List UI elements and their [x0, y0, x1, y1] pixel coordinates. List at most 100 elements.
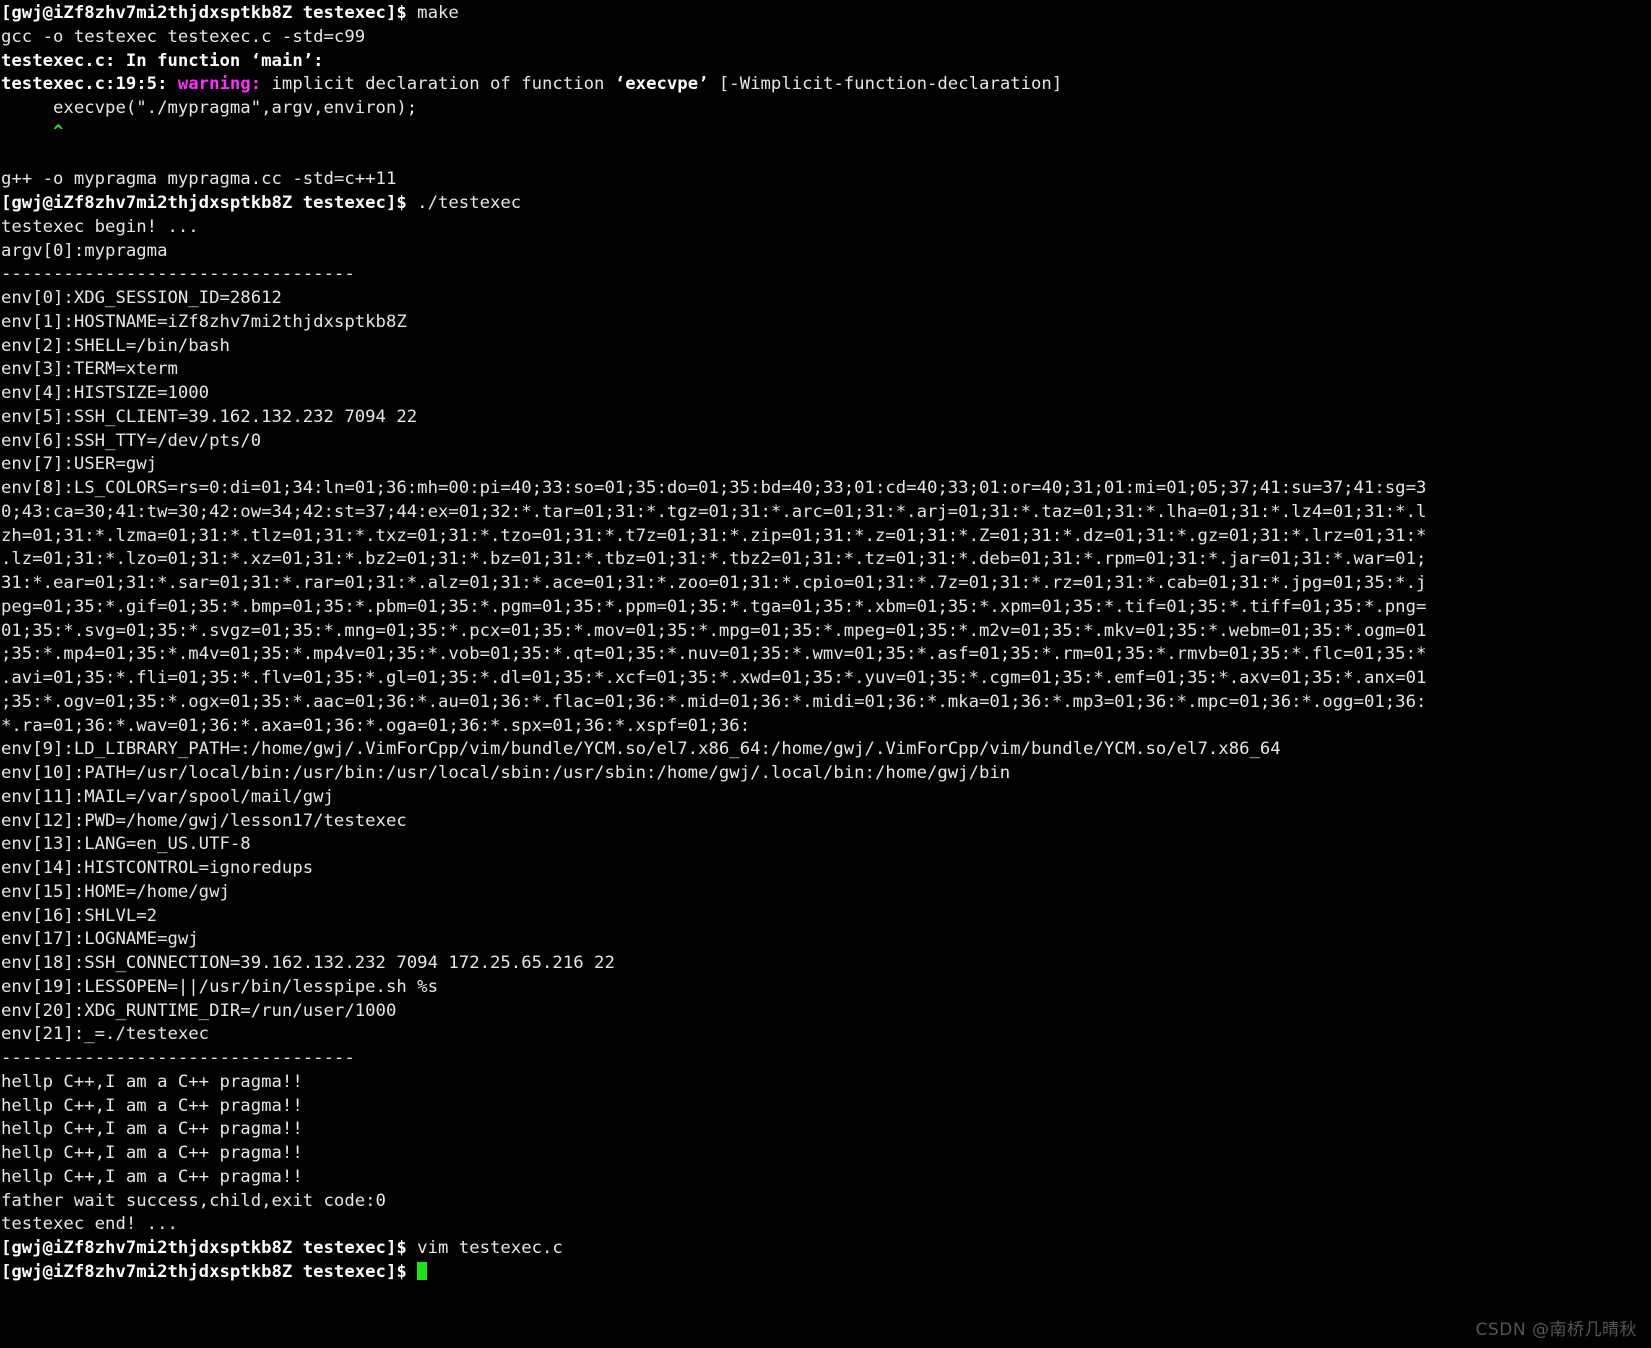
- terminal-line: *.ra=01;36:*.wav=01;36:*.axa=01;36:*.oga…: [0, 715, 1651, 739]
- output-text: env[19]:LESSOPEN=||/usr/bin/lesspipe.sh …: [1, 976, 438, 997]
- output-text: ----------------------------------: [1, 264, 355, 285]
- output-text: env[16]:SHLVL=2: [1, 905, 158, 926]
- output-text: env[3]:TERM=xterm: [1, 359, 178, 380]
- warning-keyword: warning:: [177, 74, 262, 95]
- output-text: peg=01;35:*.gif=01;35:*.bmp=01;35:*.pbm=…: [1, 596, 1427, 617]
- terminal-line: 31:*.ear=01;31:*.sar=01;31:*.rar=01;31:*…: [0, 572, 1651, 596]
- output-text: zh=01;31:*.lzma=01;31:*.tlz=01;31:*.txz=…: [1, 525, 1427, 546]
- terminal-line: father wait success,child,exit code:0: [0, 1190, 1651, 1214]
- output-text: env[7]:USER=gwj: [1, 454, 158, 475]
- terminal-line: argv[0]:mypragma: [0, 240, 1651, 264]
- output-text: testexec begin! ...: [1, 216, 199, 237]
- terminal-line: env[14]:HISTCONTROL=ignoredups: [0, 857, 1651, 881]
- terminal-line: hellp C++,I am a C++ pragma!!: [0, 1095, 1651, 1119]
- shell-command: ./testexec: [406, 193, 522, 213]
- terminal-line: gcc -o testexec testexec.c -std=c99: [0, 26, 1651, 50]
- terminal-line: env[21]:_=./testexec: [0, 1023, 1651, 1047]
- output-text: hellp C++,I am a C++ pragma!!: [1, 1119, 303, 1140]
- terminal-line: env[11]:MAIL=/var/spool/mail/gwj: [0, 786, 1651, 810]
- output-text: hellp C++,I am a C++ pragma!!: [1, 1143, 303, 1163]
- shell-prompt: [gwj@iZf8zhv7mi2thjdxsptkb8Z testexec]$: [1, 1238, 407, 1258]
- terminal-line: env[20]:XDG_RUNTIME_DIR=/run/user/1000: [0, 1000, 1651, 1024]
- terminal-line: hellp C++,I am a C++ pragma!!: [0, 1118, 1651, 1142]
- terminal-line: testexec.c:19:5: warning: implicit decla…: [0, 73, 1651, 97]
- output-text: env[4]:HISTSIZE=1000: [1, 383, 210, 403]
- csdn-watermark: CSDN @南桥几晴秋: [1475, 1320, 1637, 1340]
- output-text: testexec end! ...: [1, 1214, 178, 1235]
- terminal-output: [gwj@iZf8zhv7mi2thjdxsptkb8Z testexec]$ …: [0, 2, 1651, 1285]
- terminal-line: env[4]:HISTSIZE=1000: [0, 382, 1651, 406]
- terminal-line: execvpe("./mypragma",argv,environ);: [0, 97, 1651, 121]
- output-text: env[20]:XDG_RUNTIME_DIR=/run/user/1000: [1, 1000, 397, 1021]
- output-text: hellp C++,I am a C++ pragma!!: [1, 1071, 303, 1092]
- output-text: env[21]:_=./testexec: [1, 1024, 210, 1045]
- output-text: argv[0]:mypragma: [1, 240, 168, 261]
- terminal-line: env[7]:USER=gwj: [0, 453, 1651, 477]
- terminal-line: env[18]:SSH_CONNECTION=39.162.132.232 70…: [0, 952, 1651, 976]
- terminal-line: env[17]:LOGNAME=gwj: [0, 928, 1651, 952]
- warning-function-name: ‘execvpe’: [614, 74, 709, 95]
- output-text: env[14]:HISTCONTROL=ignoredups: [1, 858, 314, 878]
- terminal-line: zh=01;31:*.lzma=01;31:*.tlz=01;31:*.txz=…: [0, 525, 1651, 549]
- terminal-line: testexec end! ...: [0, 1213, 1651, 1237]
- terminal-line: env[1]:HOSTNAME=iZf8zhv7mi2thjdxsptkb8Z: [0, 311, 1651, 335]
- terminal-line: .lz=01;31:*.lzo=01;31:*.xz=01;31:*.bz2=0…: [0, 548, 1651, 572]
- terminal-line: [gwj@iZf8zhv7mi2thjdxsptkb8Z testexec]$ …: [0, 192, 1651, 216]
- output-text: father wait success,child,exit code:0: [1, 1190, 386, 1211]
- terminal-line: [gwj@iZf8zhv7mi2thjdxsptkb8Z testexec]$ …: [0, 2, 1651, 26]
- terminal-line: [gwj@iZf8zhv7mi2thjdxsptkb8Z testexec]$ …: [0, 1237, 1651, 1261]
- output-text: ;35:*.ogv=01;35:*.ogx=01;35:*.aac=01;36:…: [1, 691, 1427, 712]
- output-text: env[10]:PATH=/usr/local/bin:/usr/bin:/us…: [1, 763, 1011, 783]
- terminal-line: hellp C++,I am a C++ pragma!!: [0, 1142, 1651, 1166]
- text-cursor[interactable]: [417, 1261, 428, 1280]
- output-text: execvpe("./mypragma",argv,environ);: [1, 98, 418, 118]
- terminal-line: 0;43:ca=30;41:tw=30;42:ow=34;42:st=37;44…: [0, 501, 1651, 525]
- output-text: env[0]:XDG_SESSION_ID=28612: [1, 288, 282, 308]
- terminal-line: hellp C++,I am a C++ pragma!!: [0, 1071, 1651, 1095]
- terminal-line: testexec.c: In function ‘main’:: [0, 50, 1651, 74]
- terminal-line: ^: [0, 121, 1651, 145]
- output-text: env[1]:HOSTNAME=iZf8zhv7mi2thjdxsptkb8Z: [1, 311, 407, 332]
- output-text: ----------------------------------: [1, 1048, 355, 1068]
- shell-command: make: [406, 3, 459, 23]
- warning-message: implicit declaration of function: [261, 74, 615, 95]
- compiler-context: testexec.c: In function ‘main’:: [1, 50, 324, 71]
- shell-prompt: [gwj@iZf8zhv7mi2thjdxsptkb8Z testexec]$: [1, 1261, 407, 1282]
- terminal-line: env[0]:XDG_SESSION_ID=28612: [0, 287, 1651, 311]
- shell-prompt: [gwj@iZf8zhv7mi2thjdxsptkb8Z testexec]$: [1, 193, 407, 213]
- output-text: hellp C++,I am a C++ pragma!!: [1, 1166, 303, 1187]
- terminal-line: 01;35:*.svg=01;35:*.svgz=01;35:*.mng=01;…: [0, 620, 1651, 644]
- output-text: env[5]:SSH_CLIENT=39.162.132.232 7094 22: [1, 406, 418, 427]
- output-text: .lz=01;31:*.lzo=01;31:*.xz=01;31:*.bz2=0…: [1, 549, 1427, 570]
- terminal-line: hellp C++,I am a C++ pragma!!: [0, 1166, 1651, 1190]
- terminal-line: ;35:*.ogv=01;35:*.ogx=01;35:*.aac=01;36:…: [0, 691, 1651, 715]
- output-text: hellp C++,I am a C++ pragma!!: [1, 1095, 303, 1116]
- terminal-line: env[19]:LESSOPEN=||/usr/bin/lesspipe.sh …: [0, 976, 1651, 1000]
- output-text: 01;35:*.svg=01;35:*.svgz=01;35:*.mng=01;…: [1, 620, 1427, 641]
- terminal-line: testexec begin! ...: [0, 216, 1651, 240]
- output-text: 0;43:ca=30;41:tw=30;42:ow=34;42:st=37;44…: [1, 501, 1427, 522]
- terminal-line: env[12]:PWD=/home/gwj/lesson17/testexec: [0, 810, 1651, 834]
- output-text: env[8]:LS_COLORS=rs=0:di=01;34:ln=01;36:…: [1, 478, 1427, 498]
- output-text: env[9]:LD_LIBRARY_PATH=:/home/gwj/.VimFo…: [1, 739, 1281, 760]
- terminal-line: env[5]:SSH_CLIENT=39.162.132.232 7094 22: [0, 406, 1651, 430]
- terminal-line: peg=01;35:*.gif=01;35:*.bmp=01;35:*.pbm=…: [0, 596, 1651, 620]
- terminal-line: env[6]:SSH_TTY=/dev/pts/0: [0, 430, 1651, 454]
- output-text: env[18]:SSH_CONNECTION=39.162.132.232 70…: [1, 953, 615, 973]
- terminal-line: env[16]:SHLVL=2: [0, 905, 1651, 929]
- terminal-line: ----------------------------------: [0, 1047, 1651, 1071]
- terminal-line: env[9]:LD_LIBRARY_PATH=:/home/gwj/.VimFo…: [0, 738, 1651, 762]
- warning-flag: [-Wimplicit-function-declaration]: [708, 74, 1063, 95]
- terminal-line: g++ -o mypragma mypragma.cc -std=c++11: [0, 168, 1651, 192]
- terminal-line: env[2]:SHELL=/bin/bash: [0, 335, 1651, 359]
- output-text: .avi=01;35:*.fli=01;35:*.flv=01;35:*.gl=…: [1, 668, 1427, 688]
- output-text: env[12]:PWD=/home/gwj/lesson17/testexec: [1, 810, 407, 831]
- terminal-line: [gwj@iZf8zhv7mi2thjdxsptkb8Z testexec]$: [0, 1261, 1651, 1285]
- shell-command: vim testexec.c: [406, 1238, 563, 1258]
- output-text: env[13]:LANG=en_US.UTF-8: [1, 834, 251, 855]
- output-text: 31:*.ear=01;31:*.sar=01;31:*.rar=01;31:*…: [1, 573, 1427, 593]
- terminal-window[interactable]: [gwj@iZf8zhv7mi2thjdxsptkb8Z testexec]$ …: [0, 0, 1651, 1348]
- caret-marker: ^: [1, 121, 64, 142]
- terminal-line: env[10]:PATH=/usr/local/bin:/usr/bin:/us…: [0, 762, 1651, 786]
